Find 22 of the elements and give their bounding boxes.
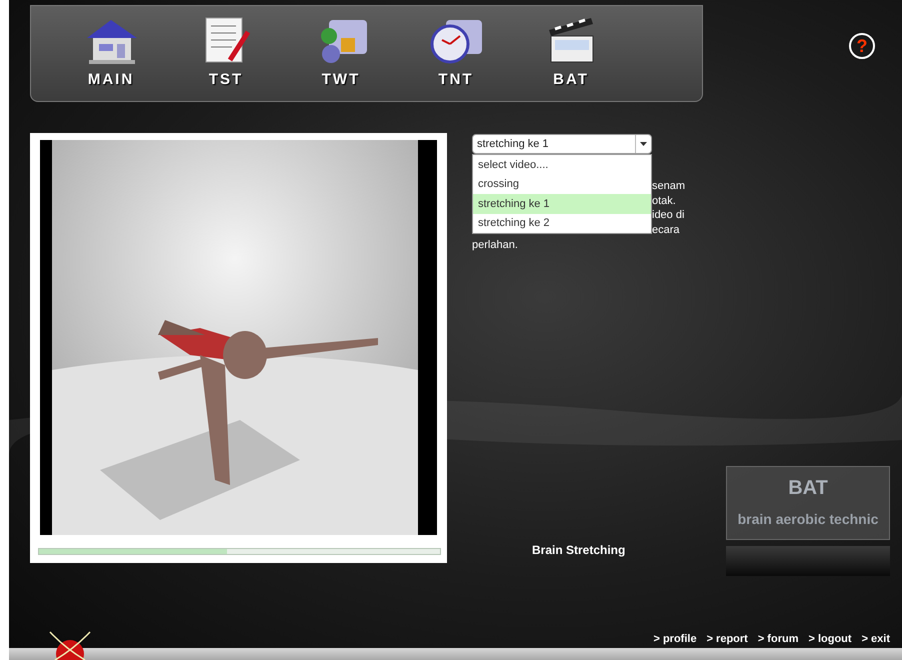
description-text: otak. (652, 194, 677, 208)
footer-link[interactable]: > report (706, 631, 748, 648)
video-caption: Brain Stretching (532, 542, 626, 559)
footer-link[interactable]: > logout (808, 631, 852, 648)
description-text: senam (652, 179, 686, 194)
footer-link[interactable]: > exit (862, 631, 890, 648)
nav-button[interactable]: BAT (536, 6, 606, 101)
description-text: ecara (652, 222, 681, 237)
nav-button[interactable]: TST (191, 6, 261, 101)
footer-link[interactable]: > forum (758, 631, 798, 648)
nav-button[interactable]: TNT (421, 6, 491, 101)
nav-button[interactable]: TWT (306, 6, 376, 101)
dropdown-option[interactable]: stretching ke 1 (473, 194, 651, 214)
description-text: perlahan. (472, 238, 518, 253)
caret-icon (640, 142, 647, 146)
footer-link[interactable]: > profile (653, 631, 697, 648)
card-subtitle: brain aerobic technic (738, 510, 878, 529)
video-select[interactable]: stretching ke 1 (472, 134, 652, 154)
description-text: ideo di (652, 208, 686, 222)
nav-button[interactable]: MAIN (76, 6, 146, 101)
help-button[interactable]: ? (849, 33, 875, 59)
card-title: BAT (788, 476, 828, 501)
